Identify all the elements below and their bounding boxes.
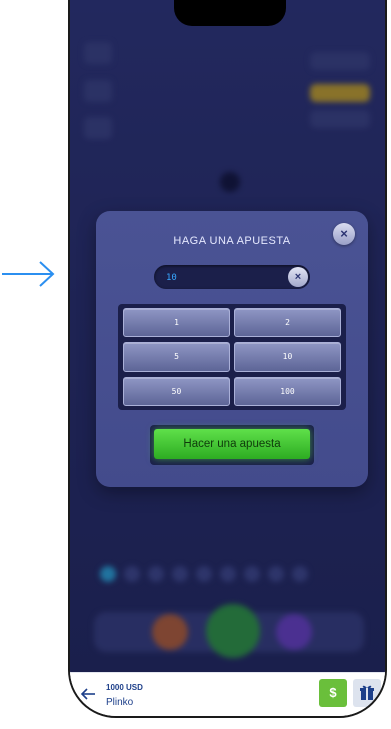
close-button[interactable]: × — [333, 223, 355, 245]
amount-button-5[interactable]: 5 — [123, 342, 230, 372]
phone-frame: HAGA UNA APUESTA × × 1 2 5 10 50 100 Hac… — [68, 0, 387, 718]
amount-button-100[interactable]: 100 — [234, 376, 341, 406]
game-screen: HAGA UNA APUESTA × × 1 2 5 10 50 100 Hac… — [70, 0, 385, 672]
place-bet-button[interactable]: Hacer una apuesta — [154, 429, 310, 459]
bet-modal: HAGA UNA APUESTA × × 1 2 5 10 50 100 Hac… — [96, 211, 368, 487]
amount-button-1[interactable]: 1 — [123, 308, 230, 338]
amount-grid: 1 2 5 10 50 100 — [118, 304, 346, 410]
amount-button-10[interactable]: 10 — [234, 342, 341, 372]
deposit-button[interactable]: $ — [319, 679, 347, 707]
amount-button-50[interactable]: 50 — [123, 376, 230, 406]
bet-amount-field: × — [154, 265, 310, 291]
phone-notch — [174, 0, 286, 26]
bottom-bar: 1000 USD Plinko $ — [70, 672, 385, 718]
modal-title: HAGA UNA APUESTA — [173, 235, 291, 247]
gift-button[interactable] — [353, 679, 381, 707]
amount-button-2[interactable]: 2 — [234, 308, 341, 338]
gift-icon — [360, 685, 374, 700]
game-name: Plinko — [106, 697, 134, 708]
arrow-right-icon — [2, 261, 55, 287]
home-indicator — [183, 717, 291, 718]
submit-frame: Hacer una apuesta — [150, 425, 314, 465]
bet-amount-input[interactable] — [164, 265, 278, 291]
arrow-left-icon[interactable] — [80, 687, 96, 701]
balance-text: 1000 USD — [106, 683, 143, 692]
clear-amount-button[interactable]: × — [288, 267, 308, 287]
dollar-icon: $ — [329, 685, 337, 700]
